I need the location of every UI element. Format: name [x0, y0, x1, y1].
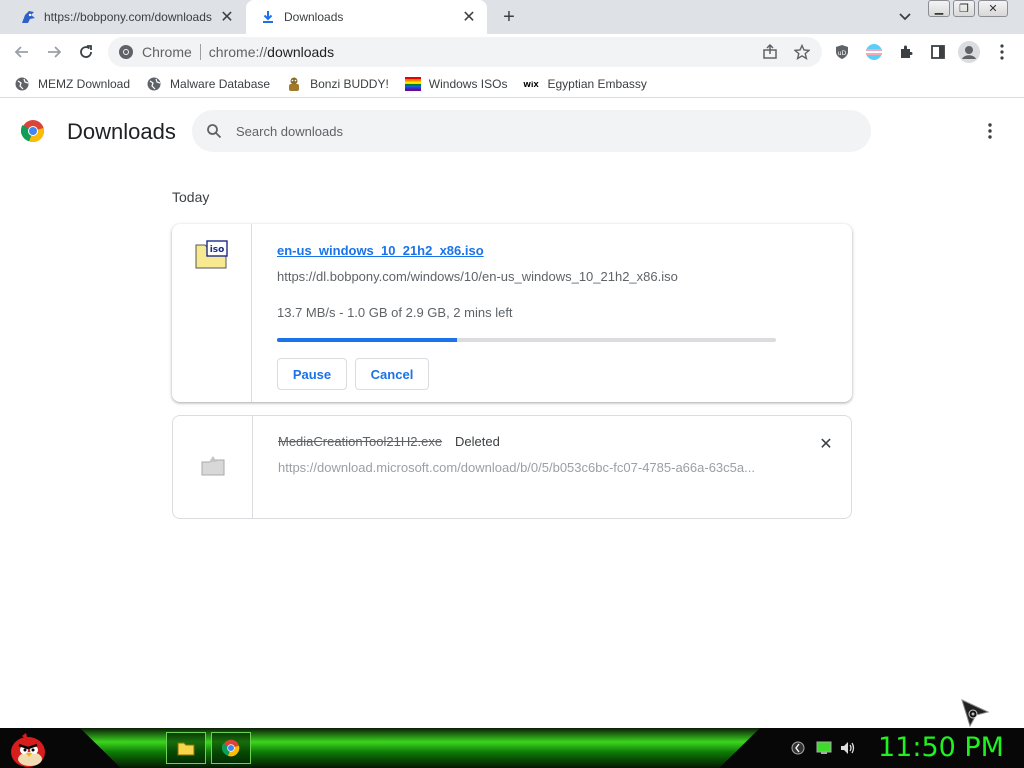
new-tab-button[interactable]: +: [498, 6, 520, 28]
download-progress-bar: [277, 338, 776, 342]
tray-network-icon[interactable]: [790, 740, 806, 756]
search-icon: [204, 121, 224, 141]
file-source-url[interactable]: https://download.microsoft.com/download/…: [278, 460, 778, 475]
back-button[interactable]: [9, 39, 35, 65]
file-icon-column: [173, 416, 253, 518]
search-input[interactable]: [236, 123, 796, 139]
page-title: Downloads: [67, 119, 176, 144]
search-box: [192, 110, 871, 152]
taskbar-clock[interactable]: 11:50 PM: [878, 732, 1004, 763]
bookmark-memz[interactable]: MEMZ Download: [14, 72, 130, 96]
file-source-url[interactable]: https://dl.bobpony.com/windows/10/en-us_…: [277, 269, 678, 284]
browser-toolbar: Chrome chrome://downloads uD: [0, 34, 1024, 70]
iso-file-icon: iso: [195, 240, 229, 270]
side-panel-icon[interactable]: [928, 42, 948, 62]
chrome-icon: [222, 739, 240, 757]
chrome-site-icon: [118, 44, 134, 60]
taskbar: 11:50 PM: [0, 728, 1024, 768]
cancel-button[interactable]: Cancel: [355, 358, 429, 390]
date-section-label: Today: [172, 189, 210, 205]
progress-fill: [277, 338, 457, 342]
bookmark-label: MEMZ Download: [38, 76, 131, 91]
close-window-button[interactable]: ✕: [978, 0, 1008, 17]
forward-button[interactable]: [41, 39, 67, 65]
bonzi-icon: [286, 76, 302, 92]
profile-avatar[interactable]: [958, 41, 980, 63]
share-icon[interactable]: [760, 42, 780, 62]
rainbow-flag-icon: [404, 76, 421, 92]
pause-button[interactable]: Pause: [277, 358, 347, 390]
tray-volume-icon[interactable]: [840, 740, 856, 756]
tab-title: https://bobpony.com/downloads: [44, 10, 212, 24]
divider: [199, 44, 201, 60]
chrome-menu-icon[interactable]: [992, 42, 1012, 62]
download-card-active: iso en-us_windows_10_21h2_x86.iso https:…: [172, 224, 852, 402]
file-icon-column: iso: [172, 224, 252, 402]
chrome-logo-icon: [20, 119, 45, 143]
close-tab-icon[interactable]: ✕: [459, 7, 479, 27]
svg-text:WiX: WiX: [524, 81, 540, 89]
globe-icon: [14, 76, 30, 92]
tab-title: Downloads: [284, 10, 344, 24]
exe-file-icon: [201, 454, 225, 476]
folder-icon: [177, 742, 195, 756]
deleted-label: Deleted: [455, 434, 500, 449]
tab-search-chevron-icon[interactable]: [895, 8, 915, 26]
ublock-icon[interactable]: uD: [832, 42, 852, 62]
sonic-favicon-icon: [20, 9, 36, 25]
tray-display-icon[interactable]: [816, 740, 832, 756]
window-controls: ▁ ❐ ✕: [928, 0, 1008, 17]
download-icon: [260, 9, 276, 25]
close-tab-icon[interactable]: ✕: [217, 7, 237, 27]
bookmark-star-icon[interactable]: [792, 42, 812, 62]
taskbar-chrome-button[interactable]: [211, 732, 251, 764]
mouse-cursor-icon: [960, 698, 992, 728]
tab-bobpony[interactable]: https://bobpony.com/downloads ✕: [8, 0, 245, 34]
bookmark-egyptian-embassy[interactable]: WiX Egyptian Embassy: [523, 72, 647, 96]
url-text: chrome://downloads: [208, 44, 335, 60]
angry-bird-start-icon[interactable]: [8, 730, 48, 768]
bookmark-label: Egyptian Embassy: [547, 76, 647, 91]
remove-from-list-icon[interactable]: ✕: [815, 433, 837, 455]
file-name: MediaCreationTool21H2.exe: [278, 434, 443, 449]
tab-strip: https://bobpony.com/downloads ✕ Download…: [0, 0, 1024, 34]
restore-button[interactable]: ❐: [953, 0, 975, 17]
bookmark-windows-isos[interactable]: Windows ISOs: [404, 72, 508, 96]
bookmark-label: Malware Database: [170, 76, 271, 91]
download-status: 13.7 MB/s - 1.0 GB of 2.9 GB, 2 mins lef…: [277, 305, 513, 320]
bookmark-label: Bonzi BUDDY!: [310, 76, 389, 91]
downloads-header: Downloads: [0, 103, 1024, 159]
trans-flag-extension-icon[interactable]: [864, 42, 884, 62]
extensions-puzzle-icon[interactable]: [896, 42, 916, 62]
downloads-menu-icon[interactable]: [980, 121, 1000, 141]
download-card-deleted: MediaCreationTool21H2.exe Deleted https:…: [172, 415, 852, 519]
bookmark-malware-database[interactable]: Malware Database: [146, 72, 270, 96]
address-bar[interactable]: Chrome chrome://downloads: [108, 37, 822, 67]
reload-button[interactable]: [73, 39, 99, 65]
svg-text:uD: uD: [838, 50, 847, 57]
file-name-link[interactable]: en-us_windows_10_21h2_x86.iso: [277, 243, 484, 258]
tab-downloads[interactable]: Downloads ✕: [246, 0, 487, 34]
svg-text:iso: iso: [210, 245, 225, 255]
globe-icon: [146, 76, 162, 92]
wix-icon: WiX: [523, 76, 540, 92]
taskbar-explorer-button[interactable]: [166, 732, 206, 764]
minimize-button[interactable]: ▁: [928, 0, 950, 17]
site-chip: Chrome: [142, 44, 192, 60]
bookmarks-bar: MEMZ Download Malware Database Bonzi BUD…: [0, 70, 1024, 98]
bookmark-bonzi-buddy[interactable]: Bonzi BUDDY!: [286, 72, 389, 96]
bookmark-label: Windows ISOs: [428, 76, 508, 91]
